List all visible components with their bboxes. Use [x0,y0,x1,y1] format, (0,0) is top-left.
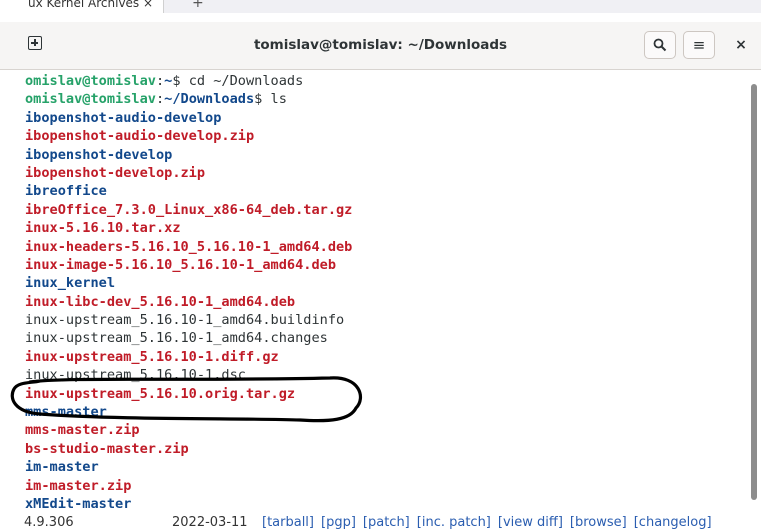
archive-file-entry: inux-libc-dev_5.16.10-1_amd64.deb [25,293,296,310]
release-link[interactable]: [inc. patch] [417,515,491,530]
archive-file-entry: ibopenshot-develop.zip [25,164,206,181]
archive-file-entry: inux-image-5.16.10_5.16.10-1_amd64.deb [25,256,336,273]
release-link[interactable]: [tarball] [262,515,314,530]
terminal-output[interactable]: omislav@tomislav:~$ cd ~/Downloads omisla… [25,72,745,514]
archive-file-entry: im-master.zip [25,477,132,494]
release-links: [tarball] [pgp] [patch] [inc. patch] [view d… [262,514,719,531]
directory-entry: mms-master [25,404,107,421]
terminal-prompt-line: omislav@tomislav:~/Downloads$ ls [25,90,745,108]
prompt-path: ~/Downloads [164,91,255,108]
scrollbar-thumb[interactable] [751,84,757,500]
search-icon [653,38,667,52]
terminal-window: tomislav@tomislav: ~/Downloads ≡ × omisl… [0,22,761,514]
browser-tab-close-icon[interactable]: × [143,0,153,10]
prompt-separator: : [155,91,165,108]
release-link[interactable]: [view diff] [498,515,563,530]
browser-new-tab-button[interactable]: + [192,0,204,13]
kernel-release-row: 4.9.306 2022-03-11 [tarball] [pgp] [patch]… [0,514,761,531]
archive-file-entry: mms-master.zip [25,422,140,439]
directory-entry: ibopenshot-develop [25,146,173,163]
directory-entry: ibreoffice [25,183,107,200]
browser-tab[interactable]: ux Kernel Archives × [0,0,165,13]
terminal-titlebar[interactable]: tomislav@tomislav: ~/Downloads ≡ × [0,22,761,70]
menu-icon: ≡ [692,36,706,54]
close-button[interactable]: × [731,31,751,59]
directory-entry: im-master [25,459,99,476]
directory-entry: ibopenshot-audio-develop [25,109,222,126]
prompt-command: $ ls [254,91,287,108]
release-link[interactable]: [patch] [363,515,410,530]
archive-file-entry: ibreOffice_7.3.0_Linux_x86-64_deb.tar.gz [25,201,353,218]
browser-tab-strip: ux Kernel Archives × + [0,0,761,13]
release-link[interactable]: [browse] [570,515,627,530]
prompt-user: omislav@tomislav [25,73,156,89]
archive-file-entry: inux-5.16.10.tar.xz [25,220,181,237]
file-entry: inux-upstream_5.16.10-1_amd64.changes [25,330,328,347]
archive-file-entry: inux-upstream_5.16.10.orig.tar.gz [25,385,296,402]
browser-tab-title: ux Kernel Archives [28,0,140,10]
terminal-scrollbar[interactable] [749,72,759,512]
release-link[interactable]: [pgp] [321,515,356,530]
hamburger-menu-button[interactable]: ≡ [683,31,715,59]
release-version: 4.9.306 [24,515,74,530]
file-entry: inux-upstream_5.16.10-1_amd64.buildinfo [25,312,345,329]
release-date: 2022-03-11 [172,515,248,530]
new-tab-icon[interactable] [28,36,42,50]
directory-entry: inux_kernel [25,275,116,292]
archive-file-entry: bs-studio-master.zip [25,440,189,457]
prompt-user: omislav@tomislav [25,91,156,108]
release-link[interactable]: [changelog] [634,515,712,530]
prompt-command: $ cd ~/Downloads [172,73,304,89]
search-button[interactable] [644,31,676,59]
terminal-prompt-line: omislav@tomislav:~$ cd ~/Downloads [25,72,745,90]
archive-file-entry: inux-upstream_5.16.10-1.diff.gz [25,348,279,365]
prompt-separator: : [155,73,165,89]
file-entry: inux-upstream_5.16.10-1.dsc [25,367,246,384]
archive-file-entry: inux-headers-5.16.10_5.16.10-1_amd64.deb [25,238,353,255]
archive-file-entry: ibopenshot-audio-develop.zip [25,128,255,145]
directory-entry: xMEdit-master [25,495,132,512]
